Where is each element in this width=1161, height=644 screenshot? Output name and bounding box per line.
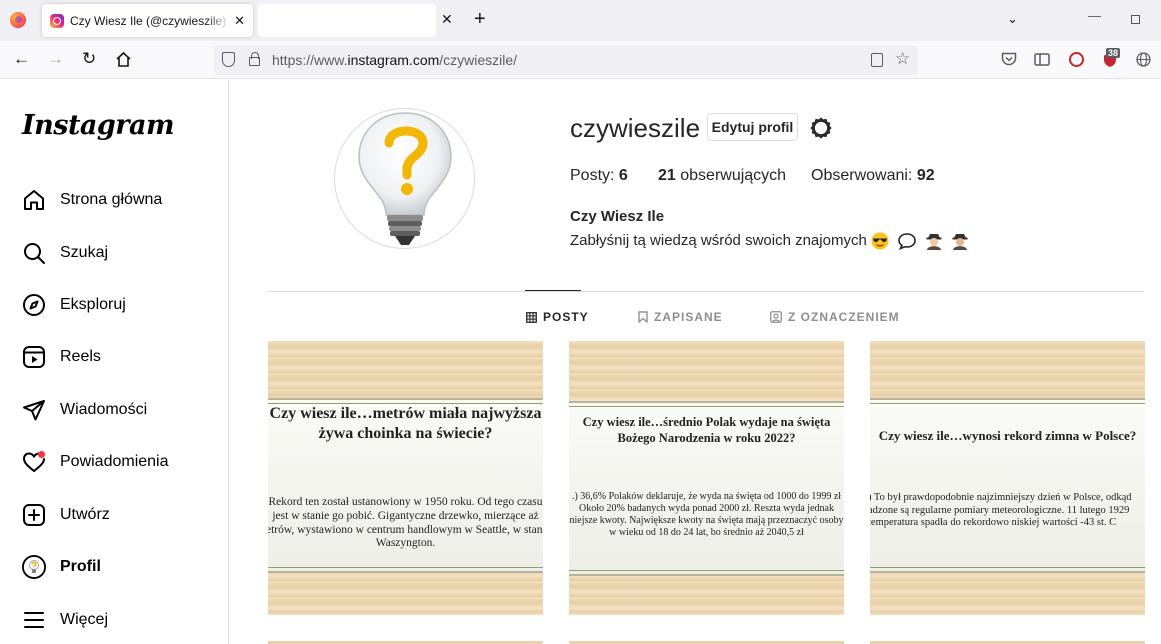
sidebar-item-profile[interactable]: Profil bbox=[22, 554, 101, 580]
home-browser-icon[interactable] bbox=[115, 51, 132, 68]
search-icon bbox=[22, 241, 46, 265]
reader-view-icon[interactable] bbox=[871, 53, 883, 67]
profile-avatar-icon bbox=[22, 555, 46, 579]
post-answer: .) 36,6% Polaków deklaruje, że wyda na ś… bbox=[569, 491, 844, 538]
forward-arrow-icon[interactable]: → bbox=[47, 49, 64, 69]
tagged-icon bbox=[770, 311, 782, 323]
close-tab-icon[interactable]: ✕ bbox=[441, 11, 453, 28]
post-answer: Rekord ten został ustanowiony w 1950 rok… bbox=[268, 496, 543, 550]
posts-count-stat: Posty: 6 bbox=[570, 167, 628, 184]
reels-icon bbox=[22, 345, 46, 369]
minimize-window-icon[interactable]: — bbox=[1088, 8, 1101, 23]
speech-bubble-emoji-icon bbox=[897, 232, 916, 250]
sidebar-item-label: Utwórz bbox=[60, 506, 110, 523]
tab-title: Czy Wiesz Ile (@czywieszile) • Zdjęcia bbox=[70, 13, 230, 28]
sidebar-toggle-icon[interactable] bbox=[1034, 53, 1050, 66]
new-tab-icon[interactable]: + bbox=[474, 8, 486, 31]
tab-posts[interactable]: POSTY bbox=[526, 310, 589, 324]
pocket-icon[interactable] bbox=[1001, 52, 1017, 67]
settings-gear-icon[interactable] bbox=[809, 116, 833, 140]
post-answer: ) To był prawdopodobnie najzimniejszy dz… bbox=[870, 492, 1132, 529]
bookmark-icon bbox=[638, 311, 648, 323]
sidebar-item-label: Reels bbox=[60, 348, 101, 365]
sidebar-item-label: Szukaj bbox=[60, 244, 109, 261]
send-icon bbox=[22, 398, 46, 422]
url-text[interactable]: https://www.instagram.com/czywieszile/ bbox=[272, 52, 517, 68]
heart-icon bbox=[22, 450, 46, 474]
sidebar-item-label: Powiadomienia bbox=[60, 453, 169, 470]
post-card: Czy wiesz ile…wynosi rekord zimna w Pols… bbox=[870, 398, 1145, 573]
lock-icon[interactable] bbox=[249, 52, 260, 66]
reload-icon[interactable]: ↻ bbox=[82, 49, 96, 69]
followers-count-stat[interactable]: 21 obserwujących bbox=[658, 167, 786, 185]
bookmark-star-icon[interactable]: ☆ bbox=[895, 49, 910, 69]
tracking-shield-icon[interactable] bbox=[222, 52, 235, 67]
lightbulb-question-icon bbox=[358, 112, 452, 245]
profile-full-name: Czy Wiesz Ile bbox=[570, 208, 665, 225]
sidebar-item-label: Strona główna bbox=[60, 191, 163, 208]
sidebar-item-more[interactable]: Więcej bbox=[22, 607, 108, 633]
grid-icon bbox=[526, 311, 537, 323]
post-thumbnail[interactable]: Czy wiesz ile…wynosi rekord zimna w Pols… bbox=[870, 341, 1145, 615]
profile-username: czywieszile bbox=[570, 113, 701, 143]
plus-square-icon bbox=[22, 503, 46, 527]
browser-tab-blank[interactable] bbox=[258, 4, 436, 37]
browser-tab-active[interactable]: Czy Wiesz Ile (@czywieszile) • Zdjęcia ✕ bbox=[42, 4, 253, 37]
instagram-logo[interactable]: Instagram bbox=[22, 110, 175, 141]
post-thumbnail[interactable]: Czy wiesz ile…metrów miała najwyższa żyw… bbox=[268, 341, 543, 615]
close-tab-icon[interactable]: ✕ bbox=[234, 13, 245, 29]
instagram-favicon-icon bbox=[50, 13, 64, 28]
tabs-divider bbox=[268, 291, 1144, 292]
sidebar-item-reels[interactable]: Reels bbox=[22, 344, 101, 370]
edit-profile-button[interactable]: Edytuj profil bbox=[707, 113, 798, 141]
compass-icon bbox=[22, 293, 46, 317]
profile-avatar[interactable] bbox=[334, 108, 475, 249]
post-question: Czy wiesz ile…średnio Polak wydaje na św… bbox=[582, 415, 831, 445]
tab-tagged[interactable]: Z OZNACZENIEM bbox=[770, 310, 900, 324]
restore-window-icon[interactable] bbox=[1131, 15, 1140, 24]
detective-emoji-icon bbox=[952, 234, 968, 250]
sidebar-item-label: Eksploruj bbox=[60, 296, 126, 313]
following-count-stat[interactable]: Obserwowani: 92 bbox=[811, 167, 935, 185]
tab-list-chevron-icon[interactable]: ⌄ bbox=[1007, 11, 1018, 27]
sidebar-item-label: Więcej bbox=[60, 611, 109, 628]
back-arrow-icon[interactable]: ← bbox=[13, 49, 30, 69]
sunglasses-emoji-icon bbox=[871, 232, 889, 249]
globe-icon[interactable] bbox=[1136, 52, 1151, 67]
active-tab-indicator bbox=[525, 290, 581, 291]
post-question: Czy wiesz ile…metrów miała najwyższa żyw… bbox=[269, 405, 542, 442]
sidebar-item-messages[interactable]: Wiadomości bbox=[22, 397, 147, 423]
browser-tab-bar: Czy Wiesz Ile (@czywieszile) • Zdjęcia ✕… bbox=[0, 0, 1161, 41]
home-icon bbox=[22, 188, 46, 212]
sidebar-item-search[interactable]: Szukaj bbox=[22, 240, 108, 266]
profile-bio: Zabłyśnij tą wiedzą wśród swoich znajomy… bbox=[570, 231, 969, 250]
detective-emoji-icon bbox=[926, 234, 942, 250]
post-question: Czy wiesz ile…wynosi rekord zimna w Pols… bbox=[878, 428, 1137, 443]
firefox-icon[interactable] bbox=[10, 12, 26, 28]
sidebar-item-explore[interactable]: Eksploruj bbox=[22, 292, 126, 318]
sidebar-item-create[interactable]: Utwórz bbox=[22, 502, 110, 528]
tab-saved[interactable]: ZAPISANE bbox=[638, 310, 723, 324]
sidebar-item-label: Profil bbox=[60, 558, 101, 575]
post-thumbnail[interactable]: Czy wiesz ile…średnio Polak wydaje na św… bbox=[569, 341, 844, 615]
post-card: Czy wiesz ile…metrów miała najwyższa żyw… bbox=[268, 398, 543, 573]
extension-icon[interactable] bbox=[1069, 52, 1084, 67]
sidebar-item-label: Wiadomości bbox=[60, 401, 148, 418]
extension-badge: 38 bbox=[1106, 48, 1121, 58]
sidebar-item-notifications[interactable]: Powiadomienia bbox=[22, 449, 169, 475]
post-card: Czy wiesz ile…średnio Polak wydaje na św… bbox=[569, 401, 844, 576]
menu-icon bbox=[22, 608, 46, 632]
sidebar-item-home[interactable]: Strona główna bbox=[22, 187, 162, 213]
